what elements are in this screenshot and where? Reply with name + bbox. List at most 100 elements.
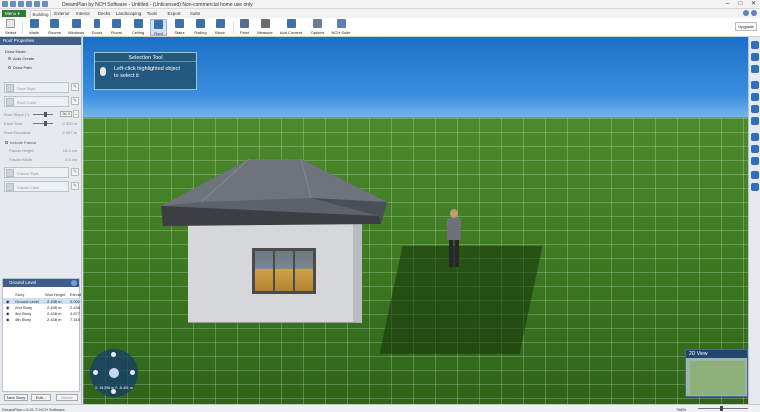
floor-icon (112, 19, 121, 28)
reset-view-icon[interactable] (109, 368, 119, 378)
info-icon[interactable] (751, 10, 757, 16)
menu-button[interactable]: Menu ▾ (2, 10, 26, 17)
2d-view-minimap[interactable]: 2D View (685, 349, 748, 397)
rooms-button[interactable]: Rooms (46, 19, 63, 36)
railing-icon (196, 19, 205, 28)
nch-suite-button[interactable]: NCH Suite (330, 19, 352, 36)
view-walk-icon[interactable] (751, 157, 759, 165)
roof-color-selector[interactable]: Roof Color (4, 96, 69, 107)
edit-story-button[interactable]: Edit... (31, 394, 51, 401)
person-figure[interactable] (445, 209, 463, 269)
tab-suite[interactable]: Suite (187, 10, 203, 18)
ceiling-button[interactable]: Ceiling (129, 19, 147, 36)
pan-left-icon[interactable] (93, 370, 98, 375)
add-content-icon (286, 19, 296, 28)
undo-icon[interactable] (34, 1, 40, 7)
fascia-color-selector[interactable]: Fascia Color (4, 181, 69, 192)
measure-button[interactable]: Measure (255, 19, 275, 36)
fascia-style-edit-icon[interactable]: ✎ (71, 168, 79, 176)
tab-decks[interactable]: Decks (95, 10, 113, 18)
open-icon[interactable] (18, 1, 24, 7)
pan-right-icon[interactable] (130, 370, 135, 375)
roof-style-edit-icon[interactable]: ✎ (71, 83, 79, 91)
fascia-style-selector[interactable]: Fascia Style (4, 167, 69, 178)
roof-color-edit-icon[interactable]: ✎ (71, 97, 79, 105)
door-icon (94, 19, 100, 28)
eave-size-slider[interactable] (33, 121, 53, 126)
close-button[interactable]: ✕ (747, 0, 760, 9)
save-icon[interactable] (26, 1, 32, 7)
rooms-icon (50, 19, 59, 28)
roof-icon (154, 20, 163, 29)
auto-create-radio[interactable]: Auto Create (8, 56, 34, 61)
minimap-canvas[interactable] (690, 361, 745, 395)
eye-icon[interactable]: ◉ (6, 317, 10, 322)
3d-viewport[interactable]: Selection Tool Left-click highlighted ob… (83, 37, 748, 404)
new-icon[interactable] (10, 1, 16, 7)
tab-exterior[interactable]: Exterior (52, 10, 72, 18)
walls-button[interactable]: Walls (26, 19, 42, 36)
fascia-height-value: 15.2 cm (62, 148, 77, 153)
zoom-slider[interactable] (698, 406, 748, 411)
view-side-icon[interactable] (751, 105, 759, 113)
fascia-color-edit-icon[interactable]: ✎ (71, 182, 79, 190)
minimap-title: 2D View (686, 350, 747, 358)
new-story-button[interactable]: New Story (4, 394, 28, 401)
add-content-button[interactable]: Add Content (279, 19, 303, 36)
roof-button[interactable]: Roof (150, 19, 167, 36)
upgrade-button[interactable]: Upgrade (735, 22, 757, 31)
title-bar: DreamPlan by NCH Software - Untitled - (… (0, 0, 760, 9)
window-icon (71, 19, 81, 28)
table-row[interactable]: ◉ 4th Story 2.438 m 7.315 (3, 316, 81, 322)
doors-button[interactable]: Doors (89, 19, 105, 36)
paint-button[interactable]: Paint (237, 19, 252, 36)
view-rotate-icon[interactable] (751, 53, 759, 61)
tab-landscaping[interactable]: Landscaping (114, 10, 143, 18)
fascia-width-label: Fascia Width: (9, 157, 34, 162)
maximize-button[interactable]: □ (734, 0, 747, 9)
view-front-icon[interactable] (751, 81, 759, 89)
select-button[interactable]: Select (2, 19, 19, 36)
view-help-icon[interactable] (751, 183, 759, 191)
draw-path-radio[interactable]: Draw Path (8, 65, 32, 70)
fascia-height-label: Fascia Height: (9, 148, 35, 153)
tooltip-body: Left-click highlighted object to select … (114, 66, 181, 79)
tab-building[interactable]: Building (30, 10, 51, 18)
options-button[interactable]: Options (309, 19, 326, 36)
house-window[interactable] (252, 248, 316, 294)
eave-size-value: 0.300 m (62, 121, 77, 126)
levels-title: Ground Level (3, 279, 79, 287)
view-home-icon[interactable] (751, 41, 759, 49)
tab-interior[interactable]: Interior (73, 10, 93, 18)
pan-up-icon[interactable] (111, 352, 116, 357)
view-grid-icon[interactable] (751, 145, 759, 153)
house-roof[interactable] (161, 158, 387, 226)
view-orbit-icon[interactable] (751, 65, 759, 73)
block-button[interactable]: Block (212, 19, 228, 36)
coordinate-readout: X: 18.396 m Y: -8.401 m (95, 386, 133, 390)
status-bar: DreamPlan v 8.01 © NCH Software 786% (0, 404, 760, 412)
view-perspective-icon[interactable] (751, 117, 759, 125)
redo-icon[interactable] (42, 1, 48, 7)
roof-elevation-label: Roof Elevation: (4, 130, 32, 135)
delete-story-button[interactable]: Delete (56, 394, 78, 401)
floors-button[interactable]: Floors (108, 19, 125, 36)
railing-button[interactable]: Railing (192, 19, 209, 36)
roof-slope-slider[interactable] (33, 112, 53, 117)
windows-button[interactable]: Windows (66, 19, 86, 36)
include-fascia-checkbox[interactable]: Include Fascia (5, 140, 36, 145)
roof-slope-spinner[interactable]: ▴ (73, 110, 79, 118)
levels-dropdown-icon[interactable] (71, 280, 77, 286)
stairs-button[interactable]: Stairs (171, 19, 188, 36)
minimize-button[interactable]: – (721, 0, 734, 9)
tab-tools[interactable]: Tools (144, 10, 160, 18)
help-icon[interactable] (743, 10, 749, 16)
ribbon-tabs: Menu ▾ Building Exterior Interior Decks … (0, 9, 760, 18)
view-top-icon[interactable] (751, 93, 759, 101)
eave-size-label: Eave Size: (4, 121, 24, 126)
tab-export[interactable]: Export (164, 10, 184, 18)
roof-style-selector[interactable]: Roof Style (4, 82, 69, 93)
roof-slope-input[interactable]: 26.0 (60, 111, 72, 117)
view-sun-icon[interactable] (751, 133, 759, 141)
view-clock-icon[interactable] (751, 171, 759, 179)
